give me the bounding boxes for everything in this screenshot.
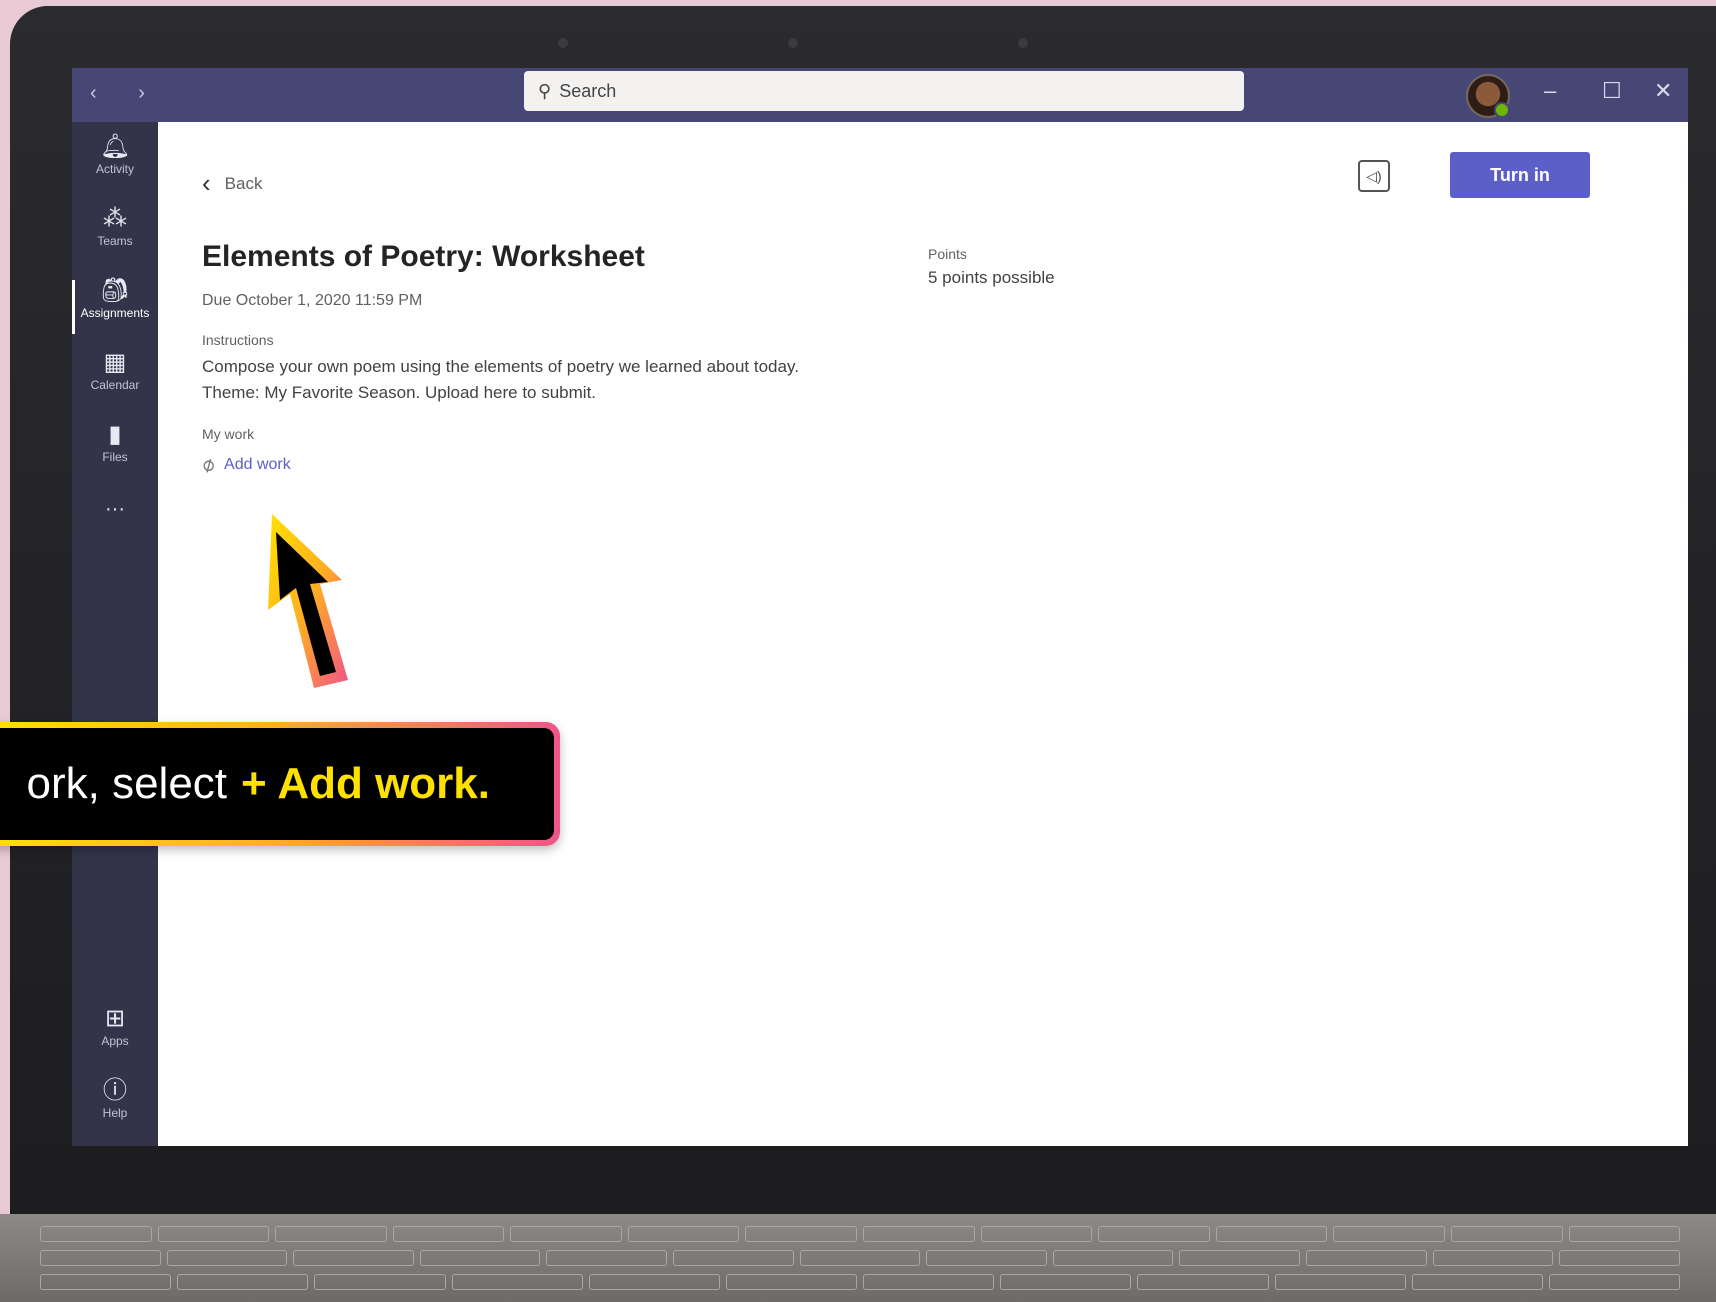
avatar[interactable] xyxy=(1466,74,1510,118)
add-work-label: Add work xyxy=(224,455,291,473)
turn-in-button[interactable]: Turn in xyxy=(1450,152,1590,198)
chevron-left-icon: ‹ xyxy=(202,168,211,198)
search-input[interactable]: ⚲ Search xyxy=(524,71,1244,111)
sidebar-item-label: Calendar xyxy=(90,378,140,392)
sensor-dot xyxy=(558,38,568,48)
sensor-dot xyxy=(1018,38,1028,48)
keyboard-row xyxy=(40,1274,1681,1290)
callout-text-main: ork, select xyxy=(26,759,228,808)
sidebar-item-activity[interactable]: 🔔︎ Activity xyxy=(72,132,158,194)
sidebar-item-apps[interactable]: ⊞ Apps xyxy=(72,1004,158,1066)
points-label: Points xyxy=(928,246,967,262)
instruction-callout: ork, select + Add work. xyxy=(0,722,560,846)
pointer-arrow-icon xyxy=(268,514,348,688)
sidebar-item-calendar[interactable]: ▦ Calendar xyxy=(72,348,158,410)
my-work-label: My work xyxy=(202,426,255,442)
files-icon: ▮ xyxy=(108,421,122,448)
instructions-text: Compose your own poem using the elements… xyxy=(202,354,902,406)
app-bar: 🔔︎ Activity ⁂ Teams 🎒︎ Assignments ▦ Cal… xyxy=(72,122,158,1146)
callout-highlight: + Add work. xyxy=(241,759,490,808)
add-work-button[interactable]: ⌀ Add work xyxy=(198,452,291,477)
sidebar-item-files[interactable]: ▮ Files xyxy=(72,420,158,482)
sidebar-item-label: Help xyxy=(102,1106,128,1120)
instructions-line: Theme: My Favorite Season. Upload here t… xyxy=(202,383,597,402)
assignment-details: ‹ Back ◁) Turn in Elements of Poetry: Wo… xyxy=(158,122,1688,1146)
title-bar: ‹ › ⚲ Search – ☐ ✕ xyxy=(72,68,1688,122)
sidebar-item-assignments[interactable]: 🎒︎ Assignments xyxy=(72,276,158,338)
points-value: 5 points possible xyxy=(928,268,1055,287)
sidebar-item-label: Activity xyxy=(95,162,134,176)
maximize-icon[interactable]: ☐ xyxy=(1602,78,1622,104)
teams-icon: ⁂ xyxy=(103,205,127,232)
bell-icon: 🔔︎ xyxy=(99,133,131,160)
instructions-label: Instructions xyxy=(202,332,274,348)
sidebar-item-label: Files xyxy=(102,450,128,464)
backpack-icon: 🎒︎ xyxy=(99,277,131,304)
sidebar-item-label: Apps xyxy=(101,1034,129,1048)
due-date: Due October 1, 2020 11:59 PM xyxy=(202,292,423,309)
sidebar-item-more[interactable]: ··· xyxy=(72,494,158,556)
sidebar-item-label: Teams xyxy=(97,234,133,248)
sidebar-item-help[interactable]: ⓘ Help xyxy=(72,1076,158,1138)
keyboard-deck xyxy=(0,1214,1716,1302)
search-placeholder: Search xyxy=(559,80,617,101)
sidebar-item-teams[interactable]: ⁂ Teams xyxy=(72,204,158,266)
keyboard-row xyxy=(40,1226,1681,1242)
apps-icon: ⊞ xyxy=(104,1005,126,1032)
callout-text: ork, select + Add work. xyxy=(0,728,554,840)
camera-icon xyxy=(788,38,798,48)
status-badge xyxy=(1494,102,1510,118)
history-nav[interactable]: ‹ › xyxy=(90,82,163,105)
sidebar-item-label: Assignments xyxy=(80,306,150,320)
paperclip-icon: ⌀ xyxy=(197,452,219,478)
back-button[interactable]: ‹ Back xyxy=(202,168,262,199)
close-icon[interactable]: ✕ xyxy=(1654,78,1672,104)
more-icon: ··· xyxy=(105,498,125,520)
immersive-reader-icon[interactable]: ◁) xyxy=(1358,160,1390,192)
minimize-icon[interactable]: – xyxy=(1544,78,1556,104)
page-title: Elements of Poetry: Worksheet xyxy=(202,240,645,273)
instructions-line: Compose your own poem using the elements… xyxy=(202,357,799,376)
help-icon: ⓘ xyxy=(103,1077,127,1104)
keyboard-row xyxy=(40,1250,1680,1266)
calendar-icon: ▦ xyxy=(103,349,127,376)
back-label: Back xyxy=(224,173,263,193)
search-icon: ⚲ xyxy=(538,80,552,101)
